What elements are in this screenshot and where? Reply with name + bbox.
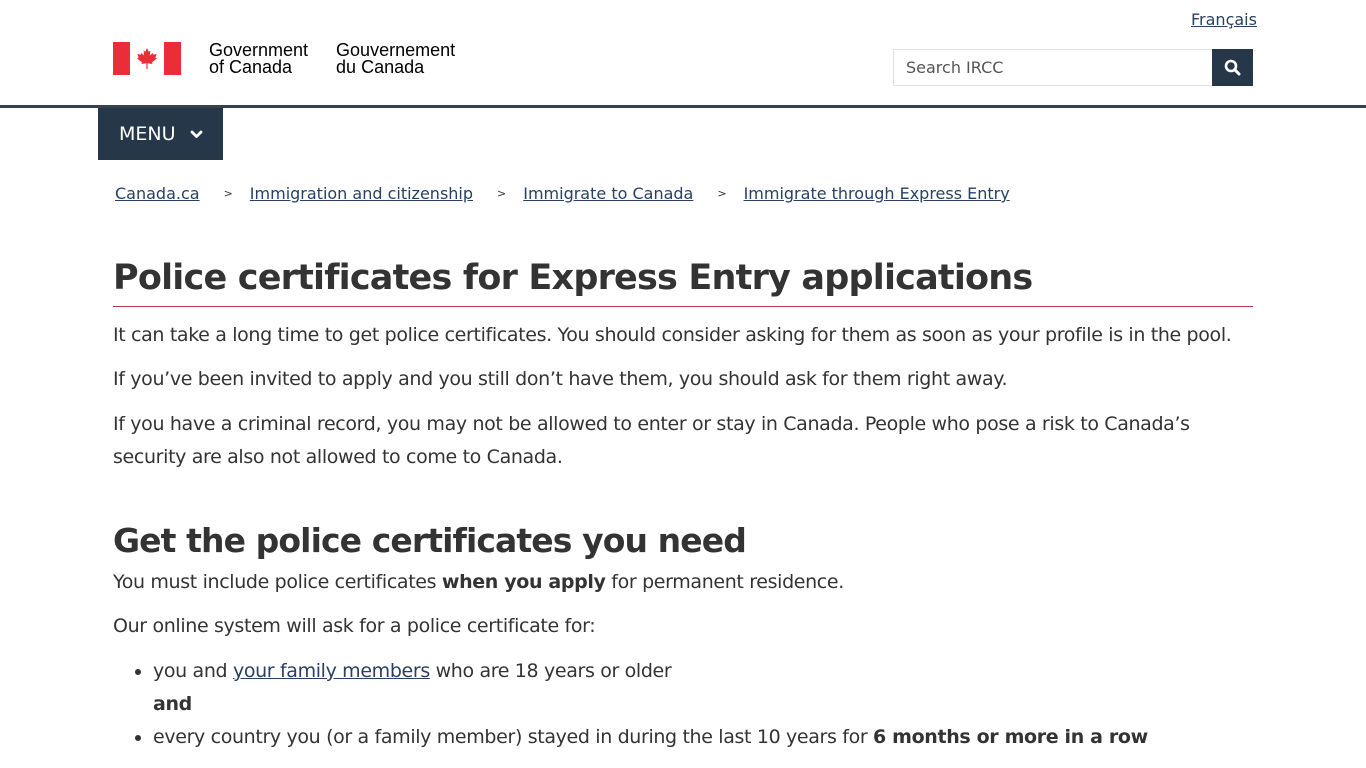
must-include-bold: when you apply [441,571,606,593]
canada-flag-icon [113,42,181,75]
must-include-paragraph: You must include police certificates whe… [113,566,1253,599]
breadcrumb-separator: > [223,187,233,200]
intro-paragraph-2: If you’ve been invited to apply and you … [113,368,1008,390]
breadcrumb-separator: > [717,187,727,200]
intro-paragraph-3: If you have a criminal record, you may n… [113,413,1190,468]
must-include-text: You must include police certificates [113,571,442,593]
logo-fr-line2: du Canada [336,57,425,77]
section-heading: Get the police certificates you need [113,521,747,560]
list-item-bold: 6 months or more in a row [873,726,1148,748]
chevron-down-icon [190,130,203,139]
list-item-text: you and [153,660,233,682]
search-form [893,49,1253,86]
search-input[interactable] [893,49,1212,86]
logo-en-line2: of Canada [209,57,293,77]
menu-button[interactable]: MENU [98,108,223,160]
search-button[interactable] [1212,49,1253,86]
list-item: you and your family members who are 18 y… [153,655,1253,721]
list-item: every country you (or a family member) s… [153,721,1253,754]
logo-wordmark-fr: Gouvernement du Canada [336,41,455,77]
breadcrumb-item-immigration[interactable]: Immigration and citizenship [250,184,473,203]
breadcrumb-item-canada[interactable]: Canada.ca [115,184,200,203]
breadcrumb: Canada.ca > Immigration and citizenship … [115,184,1010,203]
menu-label: MENU [119,123,176,145]
main-content: Police certificates for Express Entry ap… [113,252,1253,754]
list-item-text: every country you (or a family member) s… [153,726,873,748]
list-item-text-after: who are 18 years or older [429,660,672,682]
page-title: Police certificates for Express Entry ap… [113,252,1253,307]
search-icon [1224,59,1241,76]
breadcrumb-item-express-entry[interactable]: Immigrate through Express Entry [744,184,1010,203]
intro-paragraph-1: It can take a long time to get police ce… [113,324,1232,346]
government-of-canada-logo[interactable]: Government of Canada Gouvernement du Can… [113,41,455,77]
logo-wordmark-en: Government of Canada [209,41,308,77]
requirement-list: you and your family members who are 18 y… [113,655,1253,754]
family-members-link[interactable]: your family members [233,660,430,682]
breadcrumb-item-immigrate[interactable]: Immigrate to Canada [523,184,693,203]
language-toggle-link[interactable]: Français [1191,10,1257,29]
breadcrumb-separator: > [497,187,507,200]
must-include-text-after: for permanent residence. [605,571,844,593]
list-and-conjunction: and [153,693,192,715]
online-system-paragraph: Our online system will ask for a police … [113,615,596,637]
